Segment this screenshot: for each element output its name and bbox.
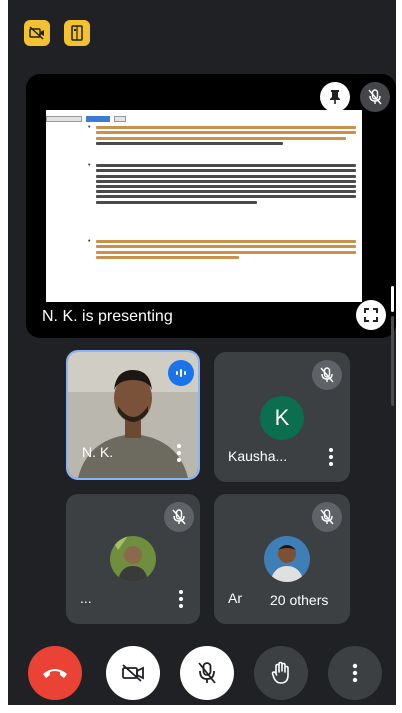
camera-off-icon[interactable] <box>24 20 50 46</box>
avatar: K <box>260 396 304 440</box>
top-camera-controls <box>24 20 90 46</box>
meet-screen: • • • N. K. is presenting N. K. K Kausha… <box>8 0 396 705</box>
participant-name: Kausha... <box>228 448 288 464</box>
flip-camera-icon[interactable] <box>64 20 90 46</box>
slide-paragraph: • <box>88 162 356 206</box>
mic-off-icon <box>164 502 194 532</box>
scrollbar-thumb[interactable] <box>391 286 394 312</box>
mic-off-icon <box>312 360 342 390</box>
shared-screen-content: • • • <box>46 110 362 302</box>
raise-hand-button[interactable] <box>254 646 308 700</box>
scrollbar-track[interactable] <box>391 316 394 406</box>
end-call-button[interactable] <box>28 646 82 700</box>
participant-name: Ar <box>228 590 242 606</box>
slide-paragraph: • <box>88 124 356 147</box>
fullscreen-icon[interactable] <box>356 300 386 330</box>
end-call-icon <box>43 669 67 678</box>
avatar <box>264 536 310 582</box>
more-options-icon <box>352 663 358 683</box>
more-options-icon[interactable] <box>178 590 184 608</box>
participant-tile-3[interactable]: ... <box>66 494 200 624</box>
raise-hand-icon <box>271 661 289 684</box>
mic-off-icon <box>360 82 390 112</box>
others-chip[interactable]: 20 others <box>258 586 341 614</box>
avatar <box>110 536 156 582</box>
more-options-icon[interactable] <box>328 448 334 466</box>
presenting-label: N. K. is presenting <box>42 308 173 325</box>
mic-off-icon <box>198 662 216 684</box>
slide-toolbar <box>46 116 126 122</box>
participant-tile-nk[interactable]: N. K. <box>66 350 200 480</box>
participant-name: N. K. <box>82 444 114 460</box>
more-options-icon[interactable] <box>176 444 182 462</box>
speaking-indicator-icon <box>168 360 194 386</box>
camera-off-icon <box>122 664 144 682</box>
participant-name: ... <box>80 590 92 606</box>
participant-tile-kausha[interactable]: K Kausha... <box>214 352 350 482</box>
pin-icon[interactable] <box>320 82 350 112</box>
slide-paragraph: • <box>88 238 356 261</box>
mic-toggle-button[interactable] <box>180 646 234 700</box>
presentation-tile[interactable]: • • • N. K. is presenting <box>26 74 396 338</box>
more-options-button[interactable] <box>328 646 382 700</box>
camera-toggle-button[interactable] <box>106 646 160 700</box>
mic-off-icon <box>312 502 342 532</box>
